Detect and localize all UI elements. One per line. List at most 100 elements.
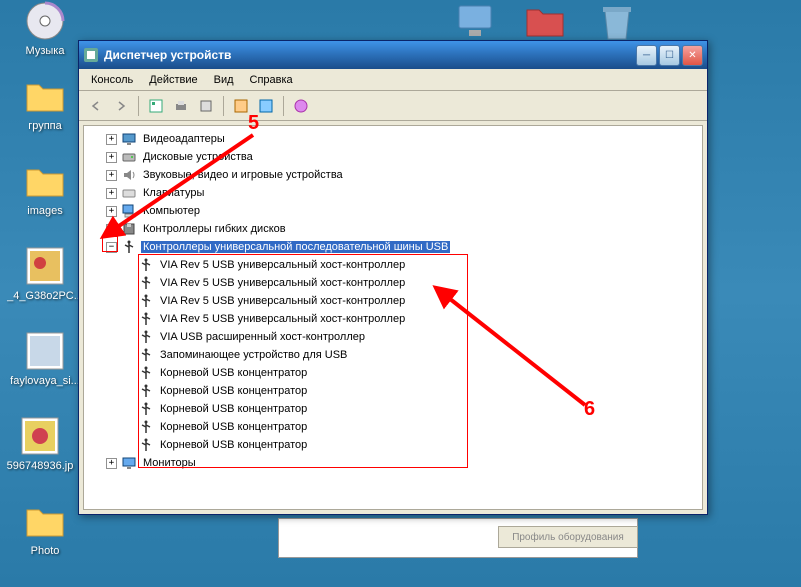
- tree-label: Контроллеры универсальной последовательн…: [141, 241, 450, 253]
- usb-icon: [138, 311, 154, 327]
- computer-icon: [121, 203, 137, 219]
- tree-label: Дисковые устройства: [141, 151, 255, 163]
- tree-label: Контроллеры гибких дисков: [141, 223, 288, 235]
- desktop-icon-image2[interactable]: faylovaya_si...: [10, 330, 80, 387]
- folder-icon: [24, 500, 66, 542]
- usb-controller-icon: [121, 239, 137, 255]
- desktop-icon-image3[interactable]: 596748936.jp: [5, 415, 75, 472]
- desktop-icon-image1[interactable]: _4_G38o2PC...: [10, 245, 80, 302]
- tree-item-computer[interactable]: + Компьютер: [92, 202, 702, 220]
- image-file-icon: [24, 245, 66, 287]
- desktop-icon-label: _4_G38o2PC...: [7, 290, 83, 302]
- desktop-icon-group[interactable]: группа: [10, 75, 80, 132]
- toolbar-separator: [138, 96, 139, 116]
- titlebar[interactable]: Диспетчер устройств ─ ☐ ✕: [79, 41, 707, 69]
- profile-hardware-button[interactable]: Профиль оборудования: [498, 526, 638, 548]
- tree-item-sound[interactable]: + Звуковые, видео и игровые устройства: [92, 166, 702, 184]
- tree-item-video[interactable]: + Видеоадаптеры: [92, 130, 702, 148]
- usb-icon: [138, 329, 154, 345]
- usb-icon: [138, 257, 154, 273]
- tree-child-usb[interactable]: Корневой USB концентратор: [110, 418, 702, 436]
- monitor-icon: [454, 0, 496, 42]
- tree-child-usb[interactable]: Запоминающее устройство для USB: [110, 346, 702, 364]
- tree-label: Запоминающее устройство для USB: [158, 349, 349, 361]
- tree-label: Корневой USB концентратор: [158, 367, 309, 379]
- desktop-icon-label: 596748936.jp: [7, 460, 74, 472]
- expand-toggle[interactable]: +: [106, 188, 117, 199]
- menu-help[interactable]: Справка: [242, 71, 301, 89]
- tree-label: VIA Rev 5 USB универсальный хост-контрол…: [158, 259, 407, 271]
- tree-child-usb[interactable]: Корневой USB концентратор: [110, 436, 702, 454]
- minimize-button[interactable]: ─: [636, 45, 657, 66]
- expand-toggle[interactable]: +: [106, 224, 117, 235]
- device-tree: + Видеоадаптеры + Дисковые устройства + …: [84, 126, 702, 476]
- desktop-icon-photo[interactable]: Photo: [10, 500, 80, 557]
- desktop-icon-top1[interactable]: [440, 0, 510, 45]
- display-adapter-icon: [121, 131, 137, 147]
- tree-child-usb[interactable]: Корневой USB концентратор: [110, 364, 702, 382]
- tree-child-usb[interactable]: VIA Rev 5 USB универсальный хост-контрол…: [110, 292, 702, 310]
- trash-icon: [596, 0, 638, 42]
- desktop-icon-top2[interactable]: [510, 0, 580, 45]
- back-button[interactable]: [85, 95, 107, 117]
- tree-child-usb[interactable]: VIA Rev 5 USB универсальный хост-контрол…: [110, 310, 702, 328]
- close-button[interactable]: ✕: [682, 45, 703, 66]
- tree-item-usb[interactable]: − Контроллеры универсальной последовател…: [92, 238, 702, 256]
- tree-child-usb[interactable]: VIA USB расширенный хост-контроллер: [110, 328, 702, 346]
- usb-icon: [138, 293, 154, 309]
- tree-label: VIA USB расширенный хост-контроллер: [158, 331, 367, 343]
- expand-toggle[interactable]: +: [106, 170, 117, 181]
- desktop-icon-label: Музыка: [26, 45, 65, 57]
- tree-child-usb[interactable]: Корневой USB концентратор: [110, 400, 702, 418]
- tree-item-keyboard[interactable]: + Клавиатуры: [92, 184, 702, 202]
- folder-red-icon: [524, 0, 566, 42]
- tree-item-disk[interactable]: + Дисковые устройства: [92, 148, 702, 166]
- monitor-icon: [121, 455, 137, 471]
- usb-icon: [138, 437, 154, 453]
- tree-item-floppy[interactable]: + Контроллеры гибких дисков: [92, 220, 702, 238]
- tree-label: Корневой USB концентратор: [158, 403, 309, 415]
- tree-item-monitor[interactable]: + Мониторы: [92, 454, 702, 472]
- keyboard-icon: [121, 185, 137, 201]
- tree-child-usb[interactable]: VIA Rev 5 USB универсальный хост-контрол…: [110, 256, 702, 274]
- export-button[interactable]: [195, 95, 217, 117]
- tree-label: VIA Rev 5 USB универсальный хост-контрол…: [158, 277, 407, 289]
- expand-toggle[interactable]: +: [106, 458, 117, 469]
- expand-toggle[interactable]: +: [106, 134, 117, 145]
- tree-child-usb[interactable]: Корневой USB концентратор: [110, 382, 702, 400]
- usb-icon: [138, 275, 154, 291]
- maximize-button[interactable]: ☐: [659, 45, 680, 66]
- toolbar-separator: [223, 96, 224, 116]
- menu-console[interactable]: Консоль: [83, 71, 141, 89]
- folder-icon: [24, 75, 66, 117]
- desktop-icon-label: группа: [28, 120, 62, 132]
- forward-button[interactable]: [110, 95, 132, 117]
- properties-button[interactable]: [145, 95, 167, 117]
- folder-icon: [24, 160, 66, 202]
- menu-view[interactable]: Вид: [206, 71, 242, 89]
- sound-icon: [121, 167, 137, 183]
- device-manager-window: Диспетчер устройств ─ ☐ ✕ Консоль Действ…: [78, 40, 708, 515]
- toolbar: [79, 91, 707, 121]
- refresh-button[interactable]: [255, 95, 277, 117]
- tree-label: Компьютер: [141, 205, 202, 217]
- expand-toggle[interactable]: +: [106, 152, 117, 163]
- menu-action[interactable]: Действие: [141, 71, 205, 89]
- desktop-icon-music[interactable]: Музыка: [10, 0, 80, 57]
- expand-toggle[interactable]: −: [106, 242, 117, 253]
- menubar: Консоль Действие Вид Справка: [79, 69, 707, 91]
- expand-toggle[interactable]: +: [106, 206, 117, 217]
- desktop-icon-images[interactable]: images: [10, 160, 80, 217]
- desktop-icon-top3[interactable]: [582, 0, 652, 45]
- desktop-icon-label: images: [27, 205, 62, 217]
- print-button[interactable]: [170, 95, 192, 117]
- floppy-controller-icon: [121, 221, 137, 237]
- tree-child-usb[interactable]: VIA Rev 5 USB универсальный хост-контрол…: [110, 274, 702, 292]
- help-button[interactable]: [290, 95, 312, 117]
- usb-children: VIA Rev 5 USB универсальный хост-контрол…: [92, 256, 702, 454]
- usb-icon: [138, 419, 154, 435]
- app-icon: [83, 47, 99, 63]
- image-file-icon: [19, 415, 61, 457]
- tree-content-area[interactable]: + Видеоадаптеры + Дисковые устройства + …: [83, 125, 703, 510]
- scan-button[interactable]: [230, 95, 252, 117]
